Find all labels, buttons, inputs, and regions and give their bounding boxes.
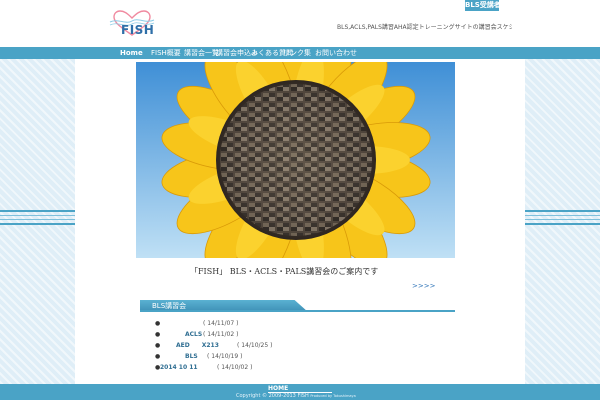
- bls-top-link[interactable]: BLS受講者: [465, 0, 501, 11]
- news-item-date: ( 14/10/02 ): [217, 364, 253, 371]
- copyright-line: Copyright © 2009-2013 FISH: [236, 393, 309, 399]
- bullet-icon: ●: [155, 353, 161, 360]
- bullet-icon: ●: [155, 320, 161, 327]
- bullet-icon: ●: [155, 331, 161, 338]
- sunflower-image: [136, 62, 455, 258]
- news-item[interactable]: ● ( 14/11/07 ): [155, 318, 455, 329]
- fish-logo[interactable]: FISH: [108, 10, 156, 38]
- bullet-icon: ●: [155, 342, 161, 349]
- page-headline: 「FISH」 BLS・ACLS・PALS講習会のご案内です: [190, 267, 379, 276]
- sunflower-photo-collage: [136, 62, 455, 258]
- news-section-title: BLS講習会: [152, 302, 187, 310]
- news-item[interactable]: ● BLS ( 14/10/19 ): [155, 351, 455, 362]
- site-tagline: BLS,ACLS,PALS講習AHA認定トレーニングサイトの講習会スケジュールで…: [337, 24, 512, 31]
- news-item-date: ( 14/10/19 ): [207, 353, 243, 360]
- site-footer: HOME Copyright © 2009-2013 FISH Produced…: [0, 384, 600, 400]
- news-item-label: 2014 10 11: [160, 364, 198, 371]
- news-item[interactable]: ● 2014 10 11 ( 14/10/02 ): [155, 362, 455, 373]
- section-underline: [140, 310, 455, 312]
- nav-home[interactable]: Home: [120, 47, 143, 59]
- logo-text: FISH: [121, 23, 155, 37]
- news-item-date: ( 14/11/02 ): [203, 331, 239, 338]
- nav-links[interactable]: リンク集: [283, 47, 311, 59]
- news-section-header: BLS講習会: [140, 300, 455, 312]
- news-item-date: ( 14/10/25 ): [237, 342, 273, 349]
- news-list: ● ( 14/11/07 ) ● ACLS ( 14/11/02 ) ● AED…: [155, 318, 455, 373]
- footer-home-link[interactable]: HOME: [268, 385, 332, 393]
- nav-about[interactable]: FISH概要: [151, 47, 181, 59]
- news-item-date: ( 14/11/07 ): [203, 320, 239, 327]
- news-item[interactable]: ● AED X213 ( 14/10/25 ): [155, 340, 455, 351]
- more-link[interactable]: >>>>: [412, 282, 435, 290]
- news-item[interactable]: ● ACLS ( 14/11/02 ): [155, 329, 455, 340]
- producer-credit: Produced by Tokushimaya: [310, 394, 356, 398]
- copyright-text: Copyright © 2009-2013 FISH Produced by T…: [236, 393, 356, 399]
- main-nav: Home FISH概要 講習会一覧 講習会申込み よくある質問 リンク集 お問い…: [0, 47, 600, 59]
- news-item-label: AED X213: [176, 342, 219, 349]
- site-header: BLS受講者 FISH BLS,ACLS,PALS講習AHA認定トレーニングサイ…: [0, 0, 600, 47]
- news-item-label: ACLS: [185, 331, 203, 338]
- nav-courses[interactable]: 講習会一覧: [184, 47, 219, 59]
- news-item-label: BLS: [185, 353, 198, 360]
- nav-contact[interactable]: お問い合わせ: [315, 47, 357, 59]
